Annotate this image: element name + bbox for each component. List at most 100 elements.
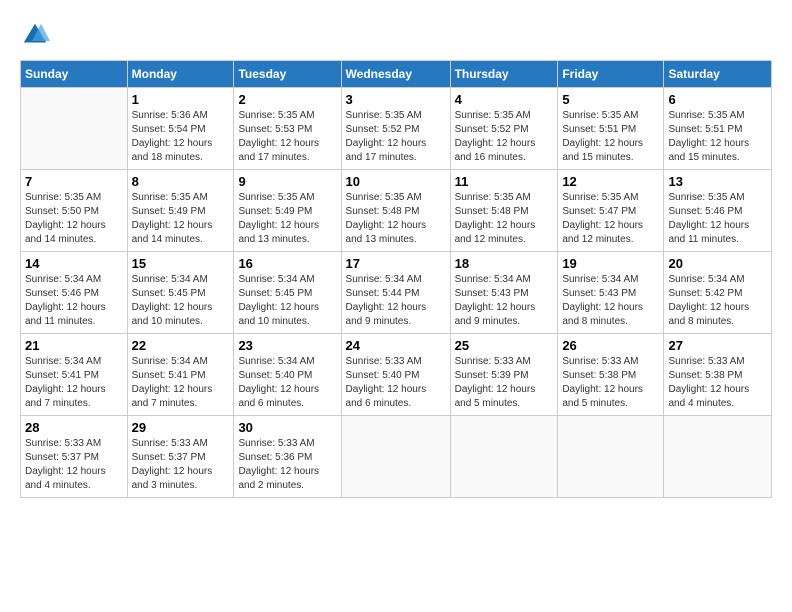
- calendar-cell: 29 Sunrise: 5:33 AM Sunset: 5:37 PM Dayli…: [127, 416, 234, 498]
- day-number: 15: [132, 256, 230, 271]
- calendar-cell: 17 Sunrise: 5:34 AM Sunset: 5:44 PM Dayli…: [341, 252, 450, 334]
- day-number: 22: [132, 338, 230, 353]
- day-number: 27: [668, 338, 767, 353]
- day-number: 29: [132, 420, 230, 435]
- day-info: Sunrise: 5:33 AM Sunset: 5:37 PM Dayligh…: [25, 437, 123, 493]
- day-number: 28: [25, 420, 123, 435]
- column-header-thursday: Thursday: [450, 61, 558, 88]
- calendar-cell: [341, 416, 450, 498]
- day-number: 26: [562, 338, 659, 353]
- day-number: 23: [238, 338, 336, 353]
- day-number: 8: [132, 174, 230, 189]
- calendar: SundayMondayTuesdayWednesdayThursdayFrid…: [20, 60, 772, 498]
- day-info: Sunrise: 5:34 AM Sunset: 5:45 PM Dayligh…: [132, 273, 230, 329]
- day-number: 19: [562, 256, 659, 271]
- calendar-cell: 21 Sunrise: 5:34 AM Sunset: 5:41 PM Dayli…: [21, 334, 128, 416]
- day-number: 11: [455, 174, 554, 189]
- day-info: Sunrise: 5:34 AM Sunset: 5:41 PM Dayligh…: [132, 355, 230, 411]
- calendar-cell: 16 Sunrise: 5:34 AM Sunset: 5:45 PM Dayli…: [234, 252, 341, 334]
- day-number: 18: [455, 256, 554, 271]
- day-number: 5: [562, 92, 659, 107]
- day-number: 17: [346, 256, 446, 271]
- column-header-monday: Monday: [127, 61, 234, 88]
- calendar-header-row: SundayMondayTuesdayWednesdayThursdayFrid…: [21, 61, 772, 88]
- calendar-cell: 20Sunrise: 5:34 AM Sunset: 5:42 PM Dayli…: [664, 252, 772, 334]
- day-number: 14: [25, 256, 123, 271]
- day-number: 21: [25, 338, 123, 353]
- calendar-cell: 30 Sunrise: 5:33 AM Sunset: 5:36 PM Dayli…: [234, 416, 341, 498]
- day-number: 2: [238, 92, 336, 107]
- day-info: Sunrise: 5:33 AM Sunset: 5:38 PM Dayligh…: [668, 355, 767, 411]
- day-number: 24: [346, 338, 446, 353]
- calendar-cell: 18 Sunrise: 5:34 AM Sunset: 5:43 PM Dayli…: [450, 252, 558, 334]
- calendar-cell: 26 Sunrise: 5:33 AM Sunset: 5:38 PM Dayli…: [558, 334, 664, 416]
- calendar-cell: 15 Sunrise: 5:34 AM Sunset: 5:45 PM Dayli…: [127, 252, 234, 334]
- day-info: Sunrise: 5:35 AM Sunset: 5:48 PM Dayligh…: [455, 191, 554, 247]
- calendar-week-4: 21 Sunrise: 5:34 AM Sunset: 5:41 PM Dayli…: [21, 334, 772, 416]
- day-number: 9: [238, 174, 336, 189]
- logo-icon: [20, 20, 50, 50]
- calendar-cell: 11 Sunrise: 5:35 AM Sunset: 5:48 PM Dayli…: [450, 170, 558, 252]
- calendar-cell: 4 Sunrise: 5:35 AM Sunset: 5:52 PM Daylig…: [450, 88, 558, 170]
- day-number: 3: [346, 92, 446, 107]
- calendar-cell: [21, 88, 128, 170]
- day-info: Sunrise: 5:35 AM Sunset: 5:49 PM Dayligh…: [238, 191, 336, 247]
- day-info: Sunrise: 5:33 AM Sunset: 5:38 PM Dayligh…: [562, 355, 659, 411]
- column-header-friday: Friday: [558, 61, 664, 88]
- column-header-wednesday: Wednesday: [341, 61, 450, 88]
- calendar-cell: 2 Sunrise: 5:35 AM Sunset: 5:53 PM Daylig…: [234, 88, 341, 170]
- day-info: Sunrise: 5:34 AM Sunset: 5:46 PM Dayligh…: [25, 273, 123, 329]
- calendar-cell: 1 Sunrise: 5:36 AM Sunset: 5:54 PM Daylig…: [127, 88, 234, 170]
- day-info: Sunrise: 5:35 AM Sunset: 5:51 PM Dayligh…: [562, 109, 659, 165]
- day-info: Sunrise: 5:34 AM Sunset: 5:45 PM Dayligh…: [238, 273, 336, 329]
- day-info: Sunrise: 5:34 AM Sunset: 5:41 PM Dayligh…: [25, 355, 123, 411]
- day-number: 16: [238, 256, 336, 271]
- day-info: Sunrise: 5:36 AM Sunset: 5:54 PM Dayligh…: [132, 109, 230, 165]
- day-info: Sunrise: 5:35 AM Sunset: 5:52 PM Dayligh…: [455, 109, 554, 165]
- day-number: 30: [238, 420, 336, 435]
- calendar-cell: 27 Sunrise: 5:33 AM Sunset: 5:38 PM Dayli…: [664, 334, 772, 416]
- day-info: Sunrise: 5:33 AM Sunset: 5:36 PM Dayligh…: [238, 437, 336, 493]
- calendar-cell: 25Sunrise: 5:33 AM Sunset: 5:39 PM Dayli…: [450, 334, 558, 416]
- day-info: Sunrise: 5:34 AM Sunset: 5:44 PM Dayligh…: [346, 273, 446, 329]
- day-info: Sunrise: 5:35 AM Sunset: 5:48 PM Dayligh…: [346, 191, 446, 247]
- calendar-cell: [450, 416, 558, 498]
- day-info: Sunrise: 5:34 AM Sunset: 5:43 PM Dayligh…: [455, 273, 554, 329]
- day-info: Sunrise: 5:34 AM Sunset: 5:40 PM Dayligh…: [238, 355, 336, 411]
- column-header-sunday: Sunday: [21, 61, 128, 88]
- day-info: Sunrise: 5:35 AM Sunset: 5:49 PM Dayligh…: [132, 191, 230, 247]
- day-number: 6: [668, 92, 767, 107]
- day-info: Sunrise: 5:33 AM Sunset: 5:37 PM Dayligh…: [132, 437, 230, 493]
- calendar-cell: 10 Sunrise: 5:35 AM Sunset: 5:48 PM Dayli…: [341, 170, 450, 252]
- calendar-week-3: 14 Sunrise: 5:34 AM Sunset: 5:46 PM Dayli…: [21, 252, 772, 334]
- calendar-cell: 7 Sunrise: 5:35 AM Sunset: 5:50 PM Daylig…: [21, 170, 128, 252]
- calendar-cell: 9 Sunrise: 5:35 AM Sunset: 5:49 PM Daylig…: [234, 170, 341, 252]
- calendar-cell: [664, 416, 772, 498]
- day-info: Sunrise: 5:35 AM Sunset: 5:47 PM Dayligh…: [562, 191, 659, 247]
- calendar-cell: 23 Sunrise: 5:34 AM Sunset: 5:40 PM Dayli…: [234, 334, 341, 416]
- logo: [20, 20, 52, 50]
- day-number: 13: [668, 174, 767, 189]
- day-info: Sunrise: 5:33 AM Sunset: 5:40 PM Dayligh…: [346, 355, 446, 411]
- calendar-cell: 12 Sunrise: 5:35 AM Sunset: 5:47 PM Dayli…: [558, 170, 664, 252]
- day-info: Sunrise: 5:35 AM Sunset: 5:50 PM Dayligh…: [25, 191, 123, 247]
- calendar-cell: [558, 416, 664, 498]
- calendar-week-5: 28 Sunrise: 5:33 AM Sunset: 5:37 PM Dayli…: [21, 416, 772, 498]
- day-number: 4: [455, 92, 554, 107]
- column-header-tuesday: Tuesday: [234, 61, 341, 88]
- day-number: 7: [25, 174, 123, 189]
- day-number: 10: [346, 174, 446, 189]
- calendar-cell: 13 Sunrise: 5:35 AM Sunset: 5:46 PM Dayli…: [664, 170, 772, 252]
- calendar-cell: 6Sunrise: 5:35 AM Sunset: 5:51 PM Daylig…: [664, 88, 772, 170]
- calendar-cell: 28 Sunrise: 5:33 AM Sunset: 5:37 PM Dayli…: [21, 416, 128, 498]
- day-info: Sunrise: 5:33 AM Sunset: 5:39 PM Dayligh…: [455, 355, 554, 411]
- day-info: Sunrise: 5:35 AM Sunset: 5:53 PM Dayligh…: [238, 109, 336, 165]
- page-header: [20, 20, 772, 50]
- day-info: Sunrise: 5:35 AM Sunset: 5:46 PM Dayligh…: [668, 191, 767, 247]
- day-number: 1: [132, 92, 230, 107]
- calendar-cell: 8 Sunrise: 5:35 AM Sunset: 5:49 PM Daylig…: [127, 170, 234, 252]
- calendar-cell: 19Sunrise: 5:34 AM Sunset: 5:43 PM Dayli…: [558, 252, 664, 334]
- calendar-week-1: 1 Sunrise: 5:36 AM Sunset: 5:54 PM Daylig…: [21, 88, 772, 170]
- calendar-cell: 22 Sunrise: 5:34 AM Sunset: 5:41 PM Dayli…: [127, 334, 234, 416]
- day-number: 12: [562, 174, 659, 189]
